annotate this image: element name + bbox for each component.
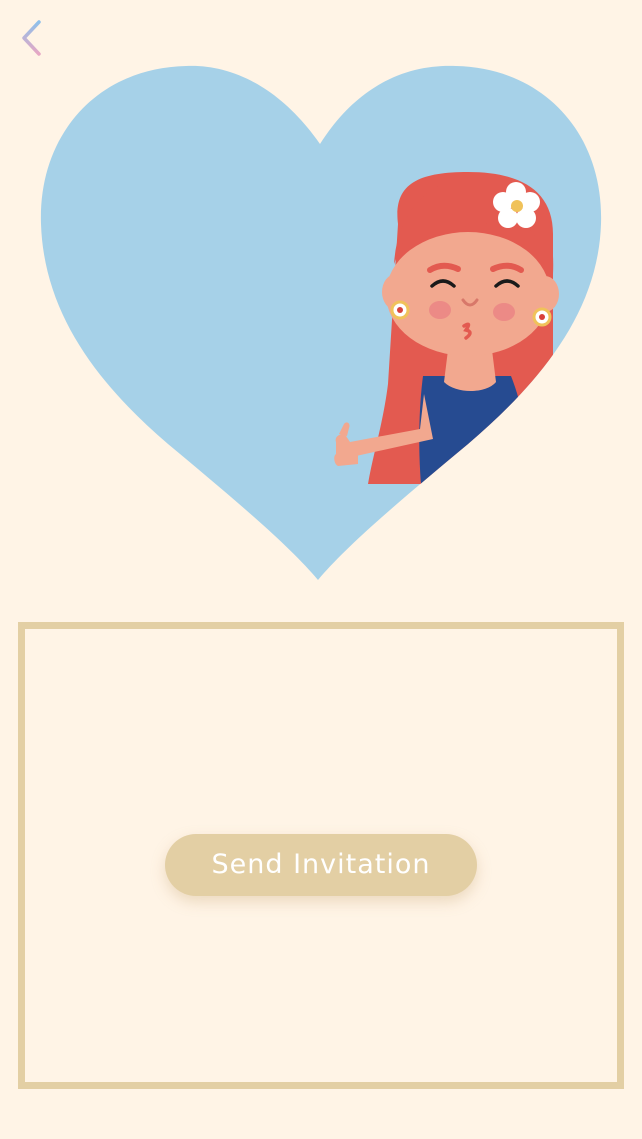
send-invitation-button[interactable]: Send Invitation [165, 834, 477, 896]
chevron-left-icon [22, 20, 41, 56]
back-button[interactable] [14, 14, 54, 62]
hero-illustration [38, 64, 604, 584]
